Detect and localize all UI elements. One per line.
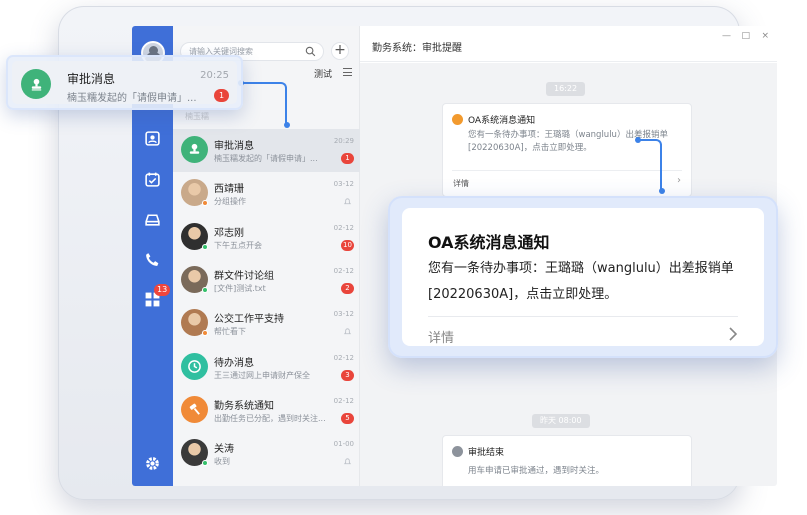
conversation-preview: 出勤任务已分配，遇到时关注... <box>214 413 326 423</box>
unread-badge: 5 <box>341 412 354 424</box>
notification-popup[interactable]: 审批消息 楠玉糯发起的「请假申请」... 20:25 1 <box>6 55 243 110</box>
stamp-icon <box>181 136 208 163</box>
stage: 13 请输入关键词搜索 + 测试 楠玉糯 审批消息 楠玉糯发起的「请假申请」...… <box>0 0 807 515</box>
chevron-right-icon[interactable] <box>728 327 738 341</box>
zoomed-card-body: OA系统消息通知 您有一条待办事项：王璐璐（wanglulu）出差报销单[202… <box>402 208 764 346</box>
calendar-icon[interactable] <box>143 170 162 189</box>
unread-badge: 3 <box>341 369 354 381</box>
presence-dot <box>202 460 208 467</box>
conversation-time: 01-00 <box>333 440 354 449</box>
card-body: 用车申请已审批通过，遇到时关注。 <box>468 466 605 476</box>
conversation-time: 02-12 <box>333 266 354 275</box>
presence-dot <box>202 286 208 293</box>
notification-card: 审批消息 楠玉糯发起的「请假申请」... 20:25 1 <box>12 61 237 104</box>
mute-bell-icon <box>344 198 351 205</box>
zoomed-oa-card[interactable]: OA系统消息通知 您有一条待办事项：王璐璐（wanglulu）出差报销单[202… <box>388 196 778 358</box>
detail-link[interactable]: 详情 <box>428 327 454 346</box>
conversation-name: 审批消息 <box>214 141 254 152</box>
connector-dot <box>284 122 290 128</box>
presence-dot <box>202 200 208 207</box>
conversation-preview: 分组操作 <box>214 197 246 207</box>
conversation-name: 邓志刚 <box>214 227 244 239</box>
list-tab[interactable]: 测试 <box>314 67 332 80</box>
conversation-name: 群文件讨论组 <box>214 270 274 282</box>
conversation-time: 20:29 <box>333 137 354 145</box>
add-button[interactable]: + <box>331 42 349 60</box>
conversation-name: 西靖珊 <box>214 184 244 196</box>
conversation-item[interactable]: 勤务系统通知 出勤任务已分配，遇到时关注... 02-12 5 <box>173 389 360 432</box>
unread-badge: 1 <box>341 153 354 164</box>
card-title: 审批结束 <box>468 448 505 458</box>
cloud-drive-icon[interactable] <box>143 210 162 229</box>
connector-line <box>638 139 662 191</box>
conversation-time: 02-12 <box>333 396 354 405</box>
conversation-item[interactable]: 关涛 收到 01-00 <box>173 432 360 475</box>
conversation-name: 待办消息 <box>214 357 254 369</box>
conversation-preview: 下午五点开会 <box>214 240 262 250</box>
unread-badge: 2 <box>341 282 354 294</box>
conversation-item[interactable]: 审批消息楠玉糯发起的「请假申请」... 20:29 1 <box>173 129 360 172</box>
search-icon[interactable] <box>305 46 316 57</box>
notification-title: 审批消息 <box>67 72 116 86</box>
conversation-item[interactable]: 西靖珊 分组操作 03-12 <box>173 172 360 215</box>
notification-time: 20:25 <box>200 70 229 81</box>
card-title: OA系统消息通知 <box>468 116 536 126</box>
info-icon <box>452 446 463 457</box>
stamp-icon <box>21 69 51 99</box>
info-icon <box>452 114 463 125</box>
approval-end-card[interactable]: 审批结束 用车申请已审批通过，遇到时关注。 <box>442 435 692 486</box>
zoomed-card-text: 您有一条待办事项：王璐璐（wanglulu）出差报销单[20220630A]，点… <box>428 261 734 302</box>
conversation-item[interactable]: 邓志刚 下午五点开会 02-12 10 <box>173 216 360 259</box>
conversation-preview: 收到 <box>214 457 230 467</box>
conversation-time: 03-12 <box>333 180 354 189</box>
conversation-preview: 王三通过网上申请财产保全 <box>214 370 310 380</box>
connector-dot <box>659 188 665 194</box>
unread-badge: 10 <box>341 239 354 251</box>
chat-title: 勤务系统：审批提醒 <box>372 43 462 54</box>
conversation-name: 关涛 <box>214 444 234 456</box>
conversation-preview: [文件]测试.txt <box>214 283 266 293</box>
hammer-icon <box>181 395 208 423</box>
chat-header: 勤务系统：审批提醒 — □ × <box>360 26 777 62</box>
conversation-item[interactable]: 待办消息 王三通过网上申请财产保全 02-12 3 <box>173 346 360 389</box>
conversation-name: 勤务系统通知 <box>214 400 274 412</box>
conversation-time: 03-12 <box>333 310 354 319</box>
zoomed-card-title: OA系统消息通知 <box>428 233 550 252</box>
phone-icon[interactable] <box>143 250 162 269</box>
unread-badge: 1 <box>214 89 229 102</box>
menu-icon[interactable] <box>343 68 352 76</box>
clock-icon <box>181 352 208 380</box>
conversation-time: 02-12 <box>333 353 354 362</box>
mute-bell-icon <box>344 328 351 335</box>
conversation-preview: 帮忙看下 <box>214 327 246 337</box>
conversation-time: 02-12 <box>333 223 354 232</box>
conversation-item[interactable]: 公交工作平支持 帮忙看下 03-12 <box>173 302 360 345</box>
conversation-item[interactable]: 群文件讨论组 [文件]测试.txt 02-12 2 <box>173 259 360 302</box>
mute-bell-icon <box>344 458 351 465</box>
notification-preview: 楠玉糯发起的「请假申请」... <box>67 93 197 104</box>
divider <box>428 316 738 317</box>
apps-badge: 13 <box>154 284 171 296</box>
conversation-name: 公交工作平支持 <box>214 314 284 326</box>
maximize-button[interactable]: □ <box>741 31 750 41</box>
close-button[interactable]: × <box>761 31 769 41</box>
timestamp-2: 昨天 08:00 <box>532 414 590 428</box>
detail-link[interactable]: 详情 <box>453 178 469 189</box>
connector-line <box>241 82 287 126</box>
timestamp-1: 16:22 <box>546 82 586 96</box>
conversation-preview: 楠玉糯发起的「请假申请」... <box>214 154 318 163</box>
connector-dot <box>635 137 641 143</box>
presence-dot <box>202 243 208 250</box>
settings-icon[interactable] <box>143 454 162 473</box>
contacts-icon[interactable] <box>143 129 162 148</box>
minimize-button[interactable]: — <box>722 31 731 41</box>
presence-dot <box>202 330 208 337</box>
chevron-right-icon: › <box>677 175 681 186</box>
